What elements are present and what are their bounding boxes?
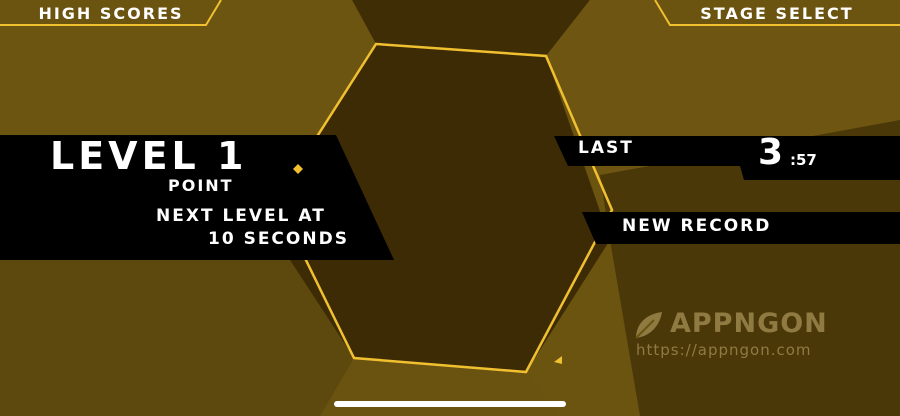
last-label: LAST	[578, 138, 634, 158]
new-record-label: NEW RECORD	[622, 216, 772, 236]
stage-select-button[interactable]: STAGE SELECT	[654, 0, 900, 26]
next-level-line-1: NEXT LEVEL AT	[156, 206, 326, 226]
watermark-name: APPNGON	[670, 308, 828, 339]
diamond-marker-icon	[293, 164, 303, 174]
sector-bottom-left	[0, 260, 354, 416]
player-cursor	[554, 356, 562, 364]
appngon-logo-icon	[635, 312, 662, 339]
level-subtitle: POINT	[168, 176, 234, 195]
last-time-fraction: :57	[790, 151, 817, 169]
high-scores-button[interactable]: HIGH SCORES	[0, 0, 222, 26]
last-time-seconds: 3	[758, 132, 784, 173]
next-level-line-2: 10 SECONDS	[208, 229, 349, 249]
level-title: LEVEL 1	[50, 134, 248, 178]
watermark-url: https://appngon.com	[636, 341, 812, 359]
stage-select-label: STAGE SELECT	[700, 3, 854, 23]
home-indicator[interactable]	[334, 401, 566, 407]
high-scores-label: HIGH SCORES	[38, 3, 184, 23]
